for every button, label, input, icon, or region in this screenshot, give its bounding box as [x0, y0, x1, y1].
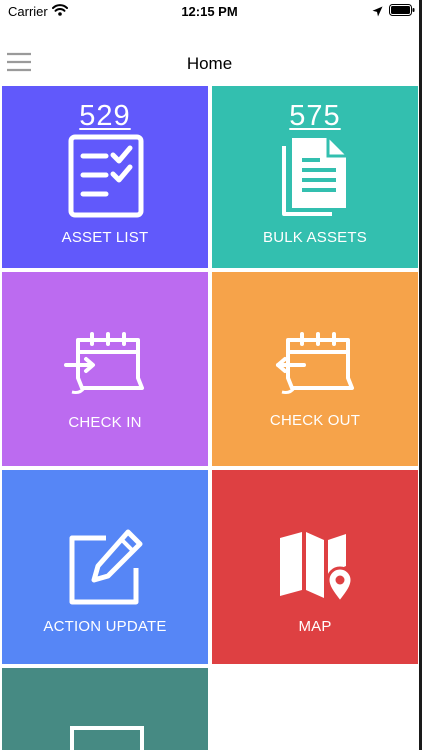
navigation-bar: Home — [0, 44, 419, 84]
battery-icon — [389, 4, 415, 19]
bulk-assets-count: 575 — [289, 100, 341, 132]
asset-list-tile[interactable]: 529 ASSET LIST — [2, 86, 208, 268]
page-title: Home — [186, 54, 233, 73]
check-out-label: CHECK OUT — [269, 412, 361, 429]
check-in-tile[interactable]: CHECK IN — [2, 272, 208, 466]
bulk-assets-label: BULK ASSETS — [263, 229, 367, 246]
check-out-tile[interactable]: CHECK OUT — [212, 272, 418, 466]
checklist-icon — [68, 134, 144, 223]
documents-icon — [280, 134, 352, 225]
map-label: MAP — [298, 618, 332, 635]
calendar-check-out-icon — [274, 332, 360, 401]
partial-tile[interactable] — [2, 668, 208, 750]
edit-icon — [66, 528, 146, 613]
calendar-check-in-icon — [64, 332, 150, 401]
asset-list-count: 529 — [79, 100, 131, 132]
asset-list-label: ASSET LIST — [61, 229, 149, 246]
action-update-label: ACTION UPDATE — [43, 618, 167, 635]
monitor-icon — [70, 726, 144, 750]
check-in-label: CHECK IN — [68, 414, 142, 431]
location-arrow-icon — [372, 5, 383, 20]
map-pin-icon — [278, 530, 358, 609]
status-time: 12:15 PM — [181, 4, 238, 19]
home-screen: Carrier 12:15 PM Home 529 ASSET LIST 575… — [0, 0, 422, 750]
action-update-tile[interactable]: ACTION UPDATE — [2, 470, 208, 664]
bulk-assets-tile[interactable]: 575 BULK ASSETS — [212, 86, 418, 268]
status-bar: Carrier 12:15 PM — [0, 0, 419, 24]
map-tile[interactable]: MAP — [212, 470, 418, 664]
